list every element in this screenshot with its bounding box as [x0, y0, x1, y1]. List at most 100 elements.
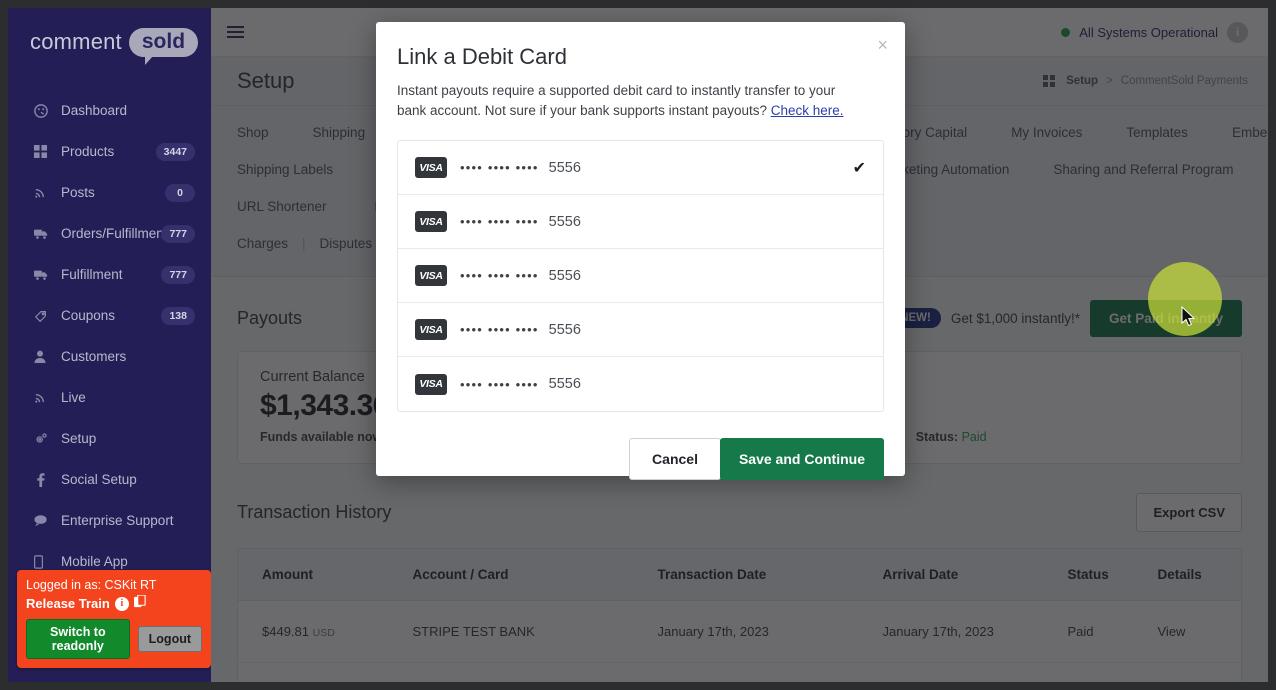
card-mask: •••• •••• ••••	[460, 376, 539, 392]
visa-icon: VISA	[415, 319, 447, 341]
tab-url-shortener[interactable]: URL Shortener	[237, 199, 327, 214]
modal-description: Instant payouts require a supported debi…	[397, 81, 867, 120]
tab-shipping[interactable]: Shipping	[313, 125, 366, 140]
card-option-5[interactable]: VISA •••• •••• •••• 5556	[398, 357, 883, 411]
column-arrival-date: Arrival Date	[882, 548, 1068, 601]
sidebar-item-posts[interactable]: Posts 0	[8, 172, 211, 213]
view-link[interactable]: View	[1157, 600, 1242, 663]
grid-icon	[34, 145, 56, 158]
sidebar-item-label: Live	[61, 390, 86, 405]
hamburger-menu-icon[interactable]	[227, 26, 244, 38]
visa-icon: VISA	[415, 265, 447, 287]
payouts-title: Payouts	[237, 307, 303, 328]
visa-icon: VISA	[415, 373, 447, 395]
modal-footer: Cancel Save and Continue	[397, 438, 884, 481]
tab-shop[interactable]: Shop	[237, 125, 269, 140]
copy-icon[interactable]	[133, 594, 147, 612]
tab-templates[interactable]: Templates	[1126, 125, 1188, 140]
table-row: $1,457.92 USD STRIPE TEST BANK January 1…	[237, 662, 1242, 682]
sidebar-badge-fulfillment: 777	[161, 265, 195, 284]
sidebar-item-label: Orders/Fulfillment	[61, 226, 168, 241]
status-text: All Systems Operational	[1079, 24, 1218, 40]
funds-available-label: Funds available now	[260, 430, 383, 444]
cell-status: Paid	[1067, 662, 1158, 682]
tab-sharing-and-referral-program[interactable]: Sharing and Referral Program	[1053, 162, 1233, 177]
grid-icon	[1043, 75, 1056, 87]
window-frame-left	[0, 0, 8, 690]
card-last4: 5556	[548, 159, 581, 176]
promo-text: Get $1,000 instantly!*	[950, 310, 1080, 326]
sidebar-item-orders-fulfillment[interactable]: Orders/Fulfillment 777	[8, 213, 211, 254]
brand-logo[interactable]: comment sold	[8, 8, 211, 76]
save-and-continue-button[interactable]: Save and Continue	[719, 438, 884, 481]
sidebar-item-label: Posts	[61, 185, 95, 200]
breadcrumb-separator: >	[1106, 75, 1113, 87]
amount-currency: USD	[312, 627, 335, 639]
table-header-row: Amount Account / Card Transaction Date A…	[237, 548, 1242, 601]
chat-icon	[34, 514, 56, 527]
switch-to-readonly-button[interactable]: Switch to readonly	[26, 619, 130, 659]
cell-amount: $1,457.92 USD	[237, 662, 413, 682]
modal-description-text: Instant payouts require a supported debi…	[397, 83, 836, 118]
truck-icon	[34, 228, 56, 240]
card-option-4[interactable]: VISA •••• •••• •••• 5556	[398, 303, 883, 358]
sidebar-item-label: Social Setup	[61, 472, 137, 487]
page-title: Setup	[237, 68, 295, 93]
gears-icon	[34, 432, 56, 446]
sidebar-nav: Dashboard Products 3447 Posts 0 Orders/F…	[8, 90, 211, 623]
cell-amount: $449.81 USD	[237, 600, 413, 663]
sidebar-item-live[interactable]: Live	[8, 377, 211, 418]
sidebar-item-fulfillment[interactable]: Fulfillment 777	[8, 254, 211, 295]
payouts-actions: NEW! Get $1,000 instantly!* Get Paid ins…	[890, 299, 1242, 337]
cell-account: STRIPE TEST BANK	[412, 600, 658, 663]
visa-icon: VISA	[415, 211, 447, 233]
tab-shipping-labels[interactable]: Shipping Labels	[237, 162, 333, 177]
sidebar-item-enterprise-support[interactable]: Enterprise Support	[8, 500, 211, 541]
cell-arrival-date: January 17th, 2023	[882, 600, 1068, 663]
sidebar-badge-coupons: 138	[161, 306, 195, 325]
info-icon[interactable]: i	[1227, 21, 1248, 43]
cancel-button[interactable]: Cancel	[629, 438, 721, 481]
sidebar-item-social-setup[interactable]: Social Setup	[8, 459, 211, 500]
export-csv-button[interactable]: Export CSV	[1136, 492, 1242, 532]
breadcrumb-root[interactable]: Setup	[1066, 75, 1098, 87]
window-frame-top	[0, 0, 1276, 8]
sidebar-item-setup[interactable]: Setup	[8, 418, 211, 459]
cell-account: STRIPE TEST BANK	[412, 662, 658, 682]
tab-embed[interactable]: Embed	[1232, 125, 1268, 140]
status-group: Status: Paid	[916, 430, 987, 444]
check-here-link[interactable]: Check here.	[771, 103, 844, 118]
sidebar-item-dashboard[interactable]: Dashboard	[8, 90, 211, 131]
link-debit-card-modal: × Link a Debit Card Instant payouts requ…	[376, 22, 905, 481]
impersonation-buttons: Switch to readonly Logout	[26, 619, 202, 659]
tab-charges[interactable]: Charges	[237, 236, 288, 251]
table-body: $449.81 USD STRIPE TEST BANK January 17t…	[237, 600, 1242, 682]
card-last4: 5556	[548, 321, 581, 338]
sidebar-badge-products: 3447	[155, 142, 195, 161]
logout-button[interactable]: Logout	[137, 626, 202, 652]
column-account-card: Account / Card	[412, 548, 658, 601]
tab-my-invoices[interactable]: My Invoices	[1011, 125, 1082, 140]
transaction-history-header: Transaction History Export CSV	[237, 490, 1242, 534]
tab-disputes[interactable]: Disputes	[320, 236, 373, 251]
sidebar-badge-posts: 0	[165, 183, 195, 202]
sidebar-item-products[interactable]: Products 3447	[8, 131, 211, 172]
card-option-1[interactable]: VISA •••• •••• •••• 5556 ✔	[398, 141, 883, 196]
get-paid-instantly-button[interactable]: Get Paid instantly	[1089, 299, 1242, 337]
close-icon[interactable]: ×	[877, 36, 888, 54]
impersonation-account-name: Release Train	[26, 596, 110, 611]
view-link[interactable]: View	[1157, 662, 1242, 682]
impersonation-account-row: Release Train i	[26, 594, 202, 612]
sidebar-item-coupons[interactable]: Coupons 138	[8, 295, 211, 336]
column-details: Details	[1157, 548, 1242, 601]
card-mask: •••• •••• ••••	[460, 322, 539, 338]
impersonation-panel: Logged in as: CSKit RT Release Train i S…	[17, 570, 211, 668]
card-option-2[interactable]: VISA •••• •••• •••• 5556	[398, 195, 883, 250]
status-dot-icon	[1061, 27, 1071, 37]
card-option-3[interactable]: VISA •••• •••• •••• 5556	[398, 249, 883, 304]
card-mask: •••• •••• ••••	[460, 214, 539, 230]
table-head: Amount Account / Card Transaction Date A…	[237, 548, 1242, 601]
facebook-icon	[34, 472, 56, 487]
sidebar-item-customers[interactable]: Customers	[8, 336, 211, 377]
info-icon[interactable]: i	[114, 596, 129, 611]
